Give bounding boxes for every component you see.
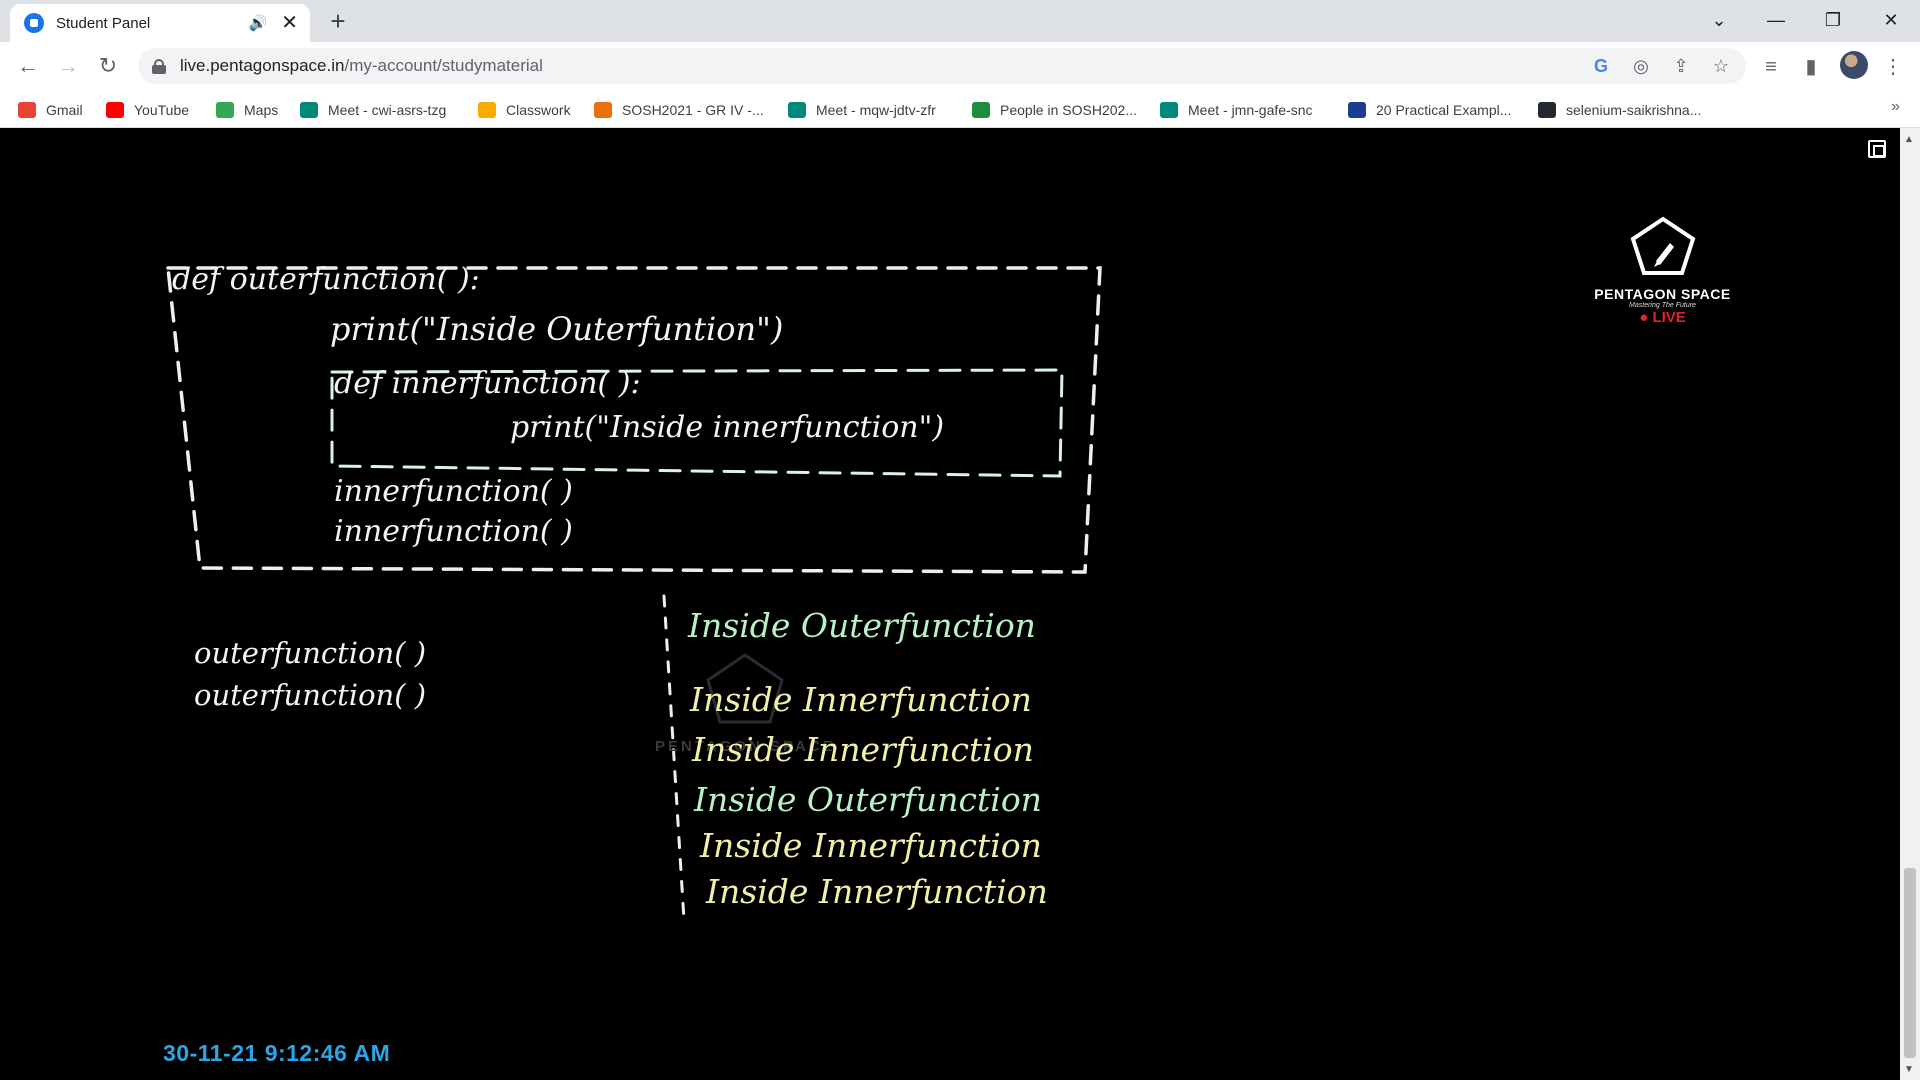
scrollbar-thumb[interactable] (1904, 868, 1916, 1058)
code-line: print("Inside Outerfuntion") (330, 310, 784, 348)
logo-name: PENTAGON SPACE (1594, 286, 1731, 302)
output-line: Inside Outerfunction (694, 780, 1042, 819)
live-dot-icon: ● (1639, 309, 1653, 326)
code-line: print("Inside innerfunction") (510, 410, 945, 445)
pentagon-logo-icon (1630, 216, 1695, 275)
output-line: Inside Outerfunction (688, 606, 1036, 645)
output-divider-line (662, 594, 686, 922)
code-line: def innerfunction( ): (334, 366, 641, 401)
page-scrollbar[interactable]: ▲ ▼ (1900, 128, 1920, 1080)
output-line: Inside Innerfunction (690, 680, 1032, 719)
code-line: innerfunction( ) (334, 474, 573, 509)
output-line: Inside Innerfunction (706, 872, 1048, 911)
chalk-drawing (166, 266, 1102, 922)
video-timestamp: 30-11-21 9:12:46 AM (163, 1040, 391, 1066)
output-line: Inside Innerfunction (700, 826, 1042, 865)
call-line: outerfunction( ) (194, 678, 427, 712)
logo-tagline: Mastering The Future (1629, 302, 1696, 309)
scroll-down-icon[interactable]: ▼ (1904, 1064, 1914, 1075)
live-badge: ● LIVE (1590, 309, 1735, 326)
pentagon-space-logo: PENTAGON SPACE Mastering The Future ● LI… (1590, 215, 1735, 326)
code-line: def outerfunction( ): (172, 262, 480, 297)
code-line: innerfunction( ) (334, 514, 573, 549)
live-label: LIVE (1652, 309, 1686, 326)
scroll-up-icon[interactable]: ▲ (1904, 134, 1914, 145)
output-line: Inside Innerfunction (692, 730, 1034, 769)
call-line: outerfunction( ) (194, 636, 427, 670)
